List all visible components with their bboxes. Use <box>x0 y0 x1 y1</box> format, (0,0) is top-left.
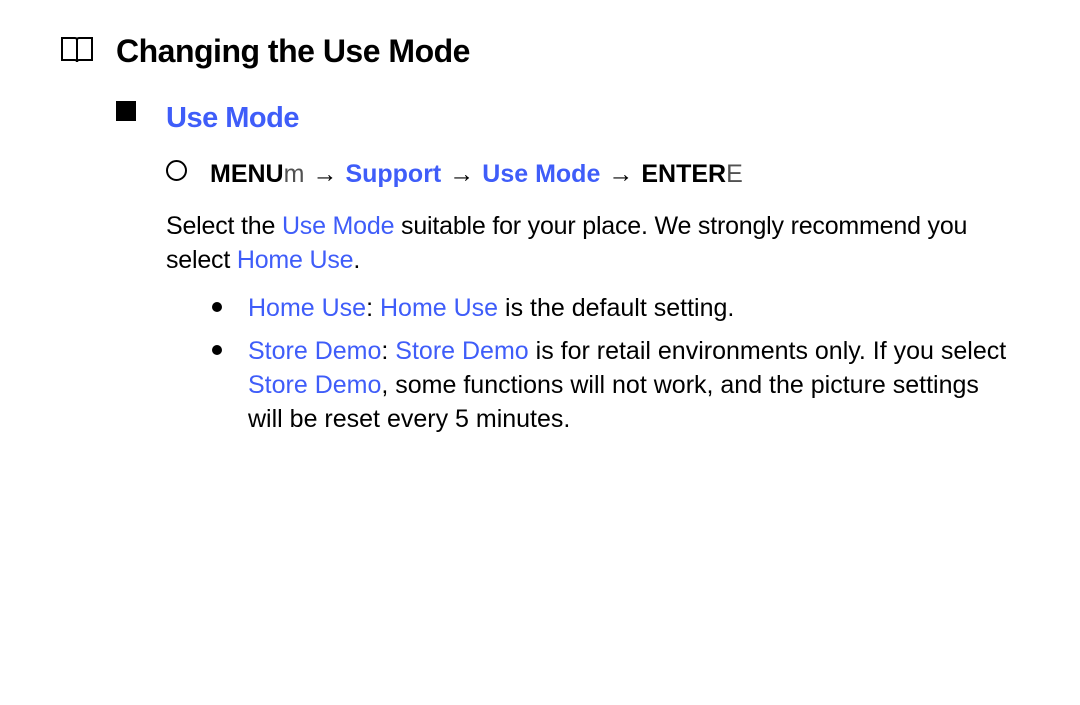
body-paragraph: Select the Use Mode suitable for your pl… <box>60 210 1020 278</box>
title-row: Changing the Use Mode <box>60 30 1020 73</box>
list-text: : <box>381 337 395 365</box>
arrow-icon: → <box>312 158 337 192</box>
body-text: . <box>353 246 360 274</box>
bullet-list: Home Use: Home Use is the default settin… <box>60 292 1020 437</box>
body-text: Select the <box>166 212 282 240</box>
keyword-homeuse: Home Use <box>248 294 366 322</box>
list-item: Store Demo: Store Demo is for retail env… <box>212 335 1020 436</box>
enter-label: ENTER <box>641 160 726 188</box>
keyword-storedemo: Store Demo <box>248 337 381 365</box>
section-heading: Use Mode <box>166 99 299 138</box>
keyword-storedemo: Store Demo <box>395 337 528 365</box>
page-title: Changing the Use Mode <box>116 30 470 73</box>
list-text: is the default setting. <box>498 294 734 322</box>
list-text: is for retail environments only. If you … <box>529 337 1007 365</box>
open-book-icon <box>60 30 116 64</box>
circle-bullet-icon <box>166 158 210 181</box>
list-item: Home Use: Home Use is the default settin… <box>212 292 1020 326</box>
square-bullet-icon <box>116 99 166 121</box>
bullet-dot-icon <box>212 302 222 312</box>
nav-path-row: MENUm → Support → Use Mode → ENTERE <box>60 158 1020 192</box>
keyword-homeuse: Home Use <box>380 294 498 322</box>
enter-suffix: E <box>726 160 743 188</box>
subtitle-row: Use Mode <box>60 99 1020 138</box>
menu-suffix: m <box>284 160 305 188</box>
path-usemode: Use Mode <box>482 158 600 192</box>
keyword-storedemo: Store Demo <box>248 371 381 399</box>
menu-label: MENU <box>210 160 284 188</box>
arrow-icon: → <box>449 158 474 192</box>
keyword-homeuse: Home Use <box>237 246 354 274</box>
nav-path: MENUm → Support → Use Mode → ENTERE <box>210 158 743 192</box>
path-support: Support <box>345 158 441 192</box>
keyword-usemode: Use Mode <box>282 212 394 240</box>
bullet-dot-icon <box>212 345 222 355</box>
arrow-icon: → <box>608 158 633 192</box>
list-text: : <box>366 294 380 322</box>
